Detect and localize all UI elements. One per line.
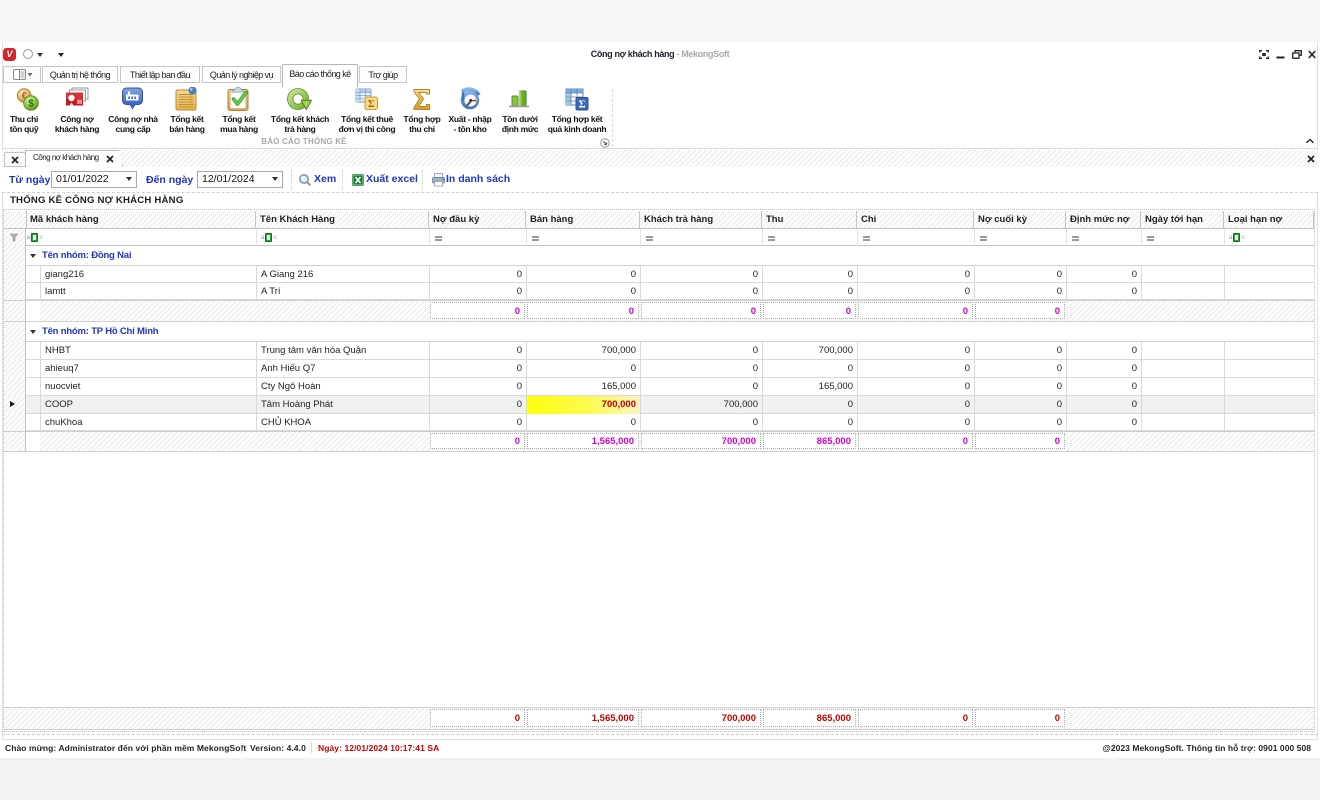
svg-text:Σ: Σ — [368, 99, 375, 110]
svg-text:Σ: Σ — [579, 100, 586, 111]
svg-text:$: $ — [28, 99, 34, 110]
